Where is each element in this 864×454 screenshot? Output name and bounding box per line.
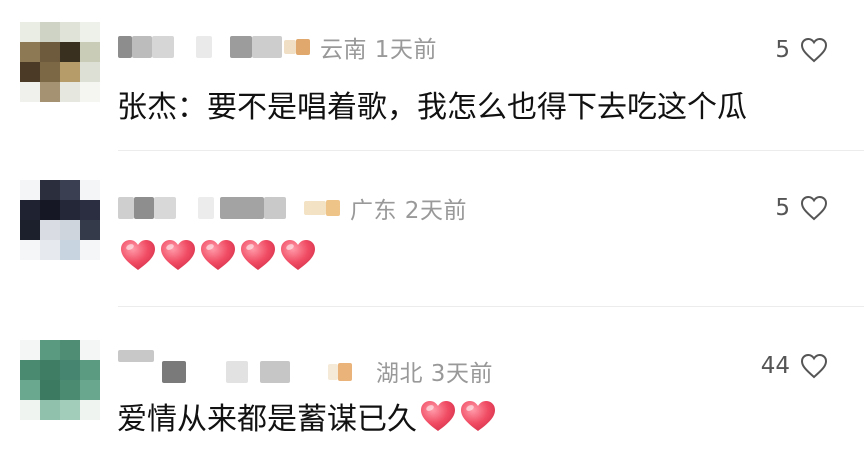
badge-icon xyxy=(304,201,326,215)
heart-outline-icon xyxy=(800,195,828,221)
badge-icon xyxy=(296,39,310,55)
heart-emoji-group xyxy=(119,238,317,272)
username-blurred[interactable] xyxy=(132,36,152,58)
username-blurred[interactable] xyxy=(118,350,154,362)
red-heart-emoji xyxy=(161,240,195,270)
comment-meta: 云南 1天前 xyxy=(118,32,437,63)
avatar[interactable] xyxy=(20,22,100,102)
like-button[interactable]: 44 xyxy=(761,351,828,381)
avatar[interactable] xyxy=(20,180,100,260)
comment-location-time: 云南 1天前 xyxy=(320,37,437,63)
red-heart-emoji xyxy=(281,240,315,270)
comment-text-content: 爱情从来都是蓄谋已久 xyxy=(117,402,417,437)
comment-meta: 湖北 3天前 xyxy=(118,350,493,387)
red-heart-emoji xyxy=(241,240,275,270)
username-blurred[interactable] xyxy=(118,197,134,219)
username-blurred[interactable] xyxy=(198,197,214,219)
username-blurred[interactable] xyxy=(230,36,252,58)
heart-emoji-group xyxy=(419,399,497,433)
comment-location-time: 湖北 3天前 xyxy=(376,361,493,387)
username-blurred[interactable] xyxy=(196,36,212,58)
avatar[interactable] xyxy=(20,340,100,420)
username-blurred[interactable] xyxy=(260,361,290,383)
username-blurred[interactable] xyxy=(134,197,154,219)
heart-outline-icon xyxy=(800,353,828,379)
like-button[interactable]: 5 xyxy=(775,193,828,223)
comment-text: 张杰：要不是唱着歌，我怎么也得下去吃这个瓜 xyxy=(117,82,747,126)
red-heart-emoji xyxy=(461,401,495,431)
username-blurred[interactable] xyxy=(152,36,174,58)
comment-meta: 广东 2天前 xyxy=(118,193,467,224)
comment-location-time: 广东 2天前 xyxy=(350,198,467,224)
like-count: 44 xyxy=(760,353,790,379)
heart-outline-icon xyxy=(800,37,828,63)
red-heart-emoji xyxy=(421,401,455,431)
red-heart-emoji xyxy=(121,240,155,270)
divider xyxy=(118,306,864,307)
badge-icon xyxy=(326,200,340,216)
like-count: 5 xyxy=(775,37,790,63)
username-blurred[interactable] xyxy=(220,197,264,219)
comment-text xyxy=(117,238,317,272)
username-blurred[interactable] xyxy=(264,197,286,219)
badge-icon xyxy=(338,363,352,381)
like-button[interactable]: 5 xyxy=(775,35,828,65)
comment-text-content: 张杰：要不是唱着歌，我怎么也得下去吃这个瓜 xyxy=(117,90,747,125)
badge-icon xyxy=(328,364,338,380)
badge-icon xyxy=(284,40,296,54)
divider xyxy=(118,150,864,151)
username-blurred[interactable] xyxy=(162,361,186,383)
username-blurred[interactable] xyxy=(154,197,176,219)
username-blurred[interactable] xyxy=(118,36,132,58)
comment-text: 爱情从来都是蓄谋已久 xyxy=(117,394,497,438)
red-heart-emoji xyxy=(201,240,235,270)
username-blurred[interactable] xyxy=(252,36,282,58)
like-count: 5 xyxy=(775,195,790,221)
username-blurred[interactable] xyxy=(226,361,248,383)
